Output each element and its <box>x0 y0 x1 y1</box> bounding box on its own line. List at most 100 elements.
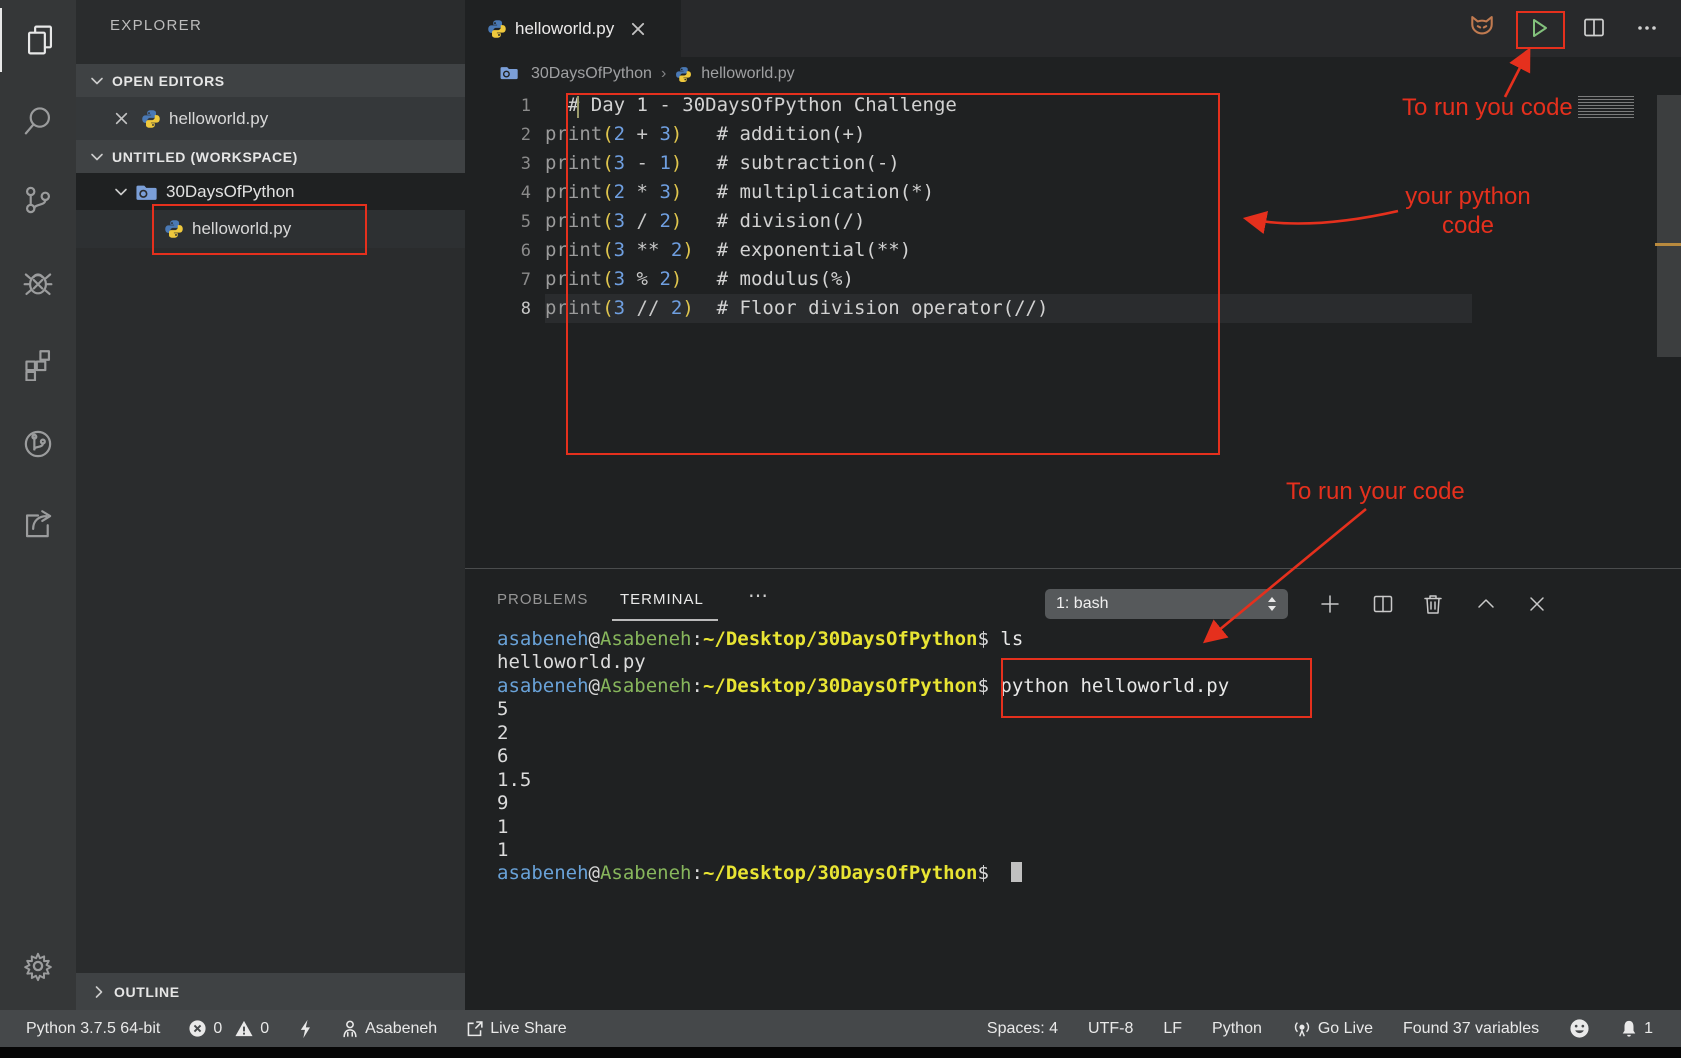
lightning-icon <box>297 1019 313 1039</box>
source-control-icon[interactable] <box>0 168 76 232</box>
variables-status[interactable]: Found 37 variables <box>1403 1020 1539 1038</box>
close-tab-icon[interactable] <box>630 21 646 37</box>
tab-problems[interactable]: PROBLEMS <box>497 591 588 608</box>
workspace-section-header[interactable]: UNTITLED (WORKSPACE) <box>76 140 465 173</box>
settings-gear-icon[interactable] <box>0 934 76 998</box>
language-mode-status[interactable]: Python <box>1212 1020 1262 1038</box>
run-button[interactable] <box>1521 10 1557 46</box>
python-interpreter-status[interactable]: Python 3.7.5 64-bit <box>26 1020 160 1038</box>
code-line[interactable]: 1 # Day 1 - 30DaysOfPython Challenge <box>465 91 1681 120</box>
eol-status[interactable]: LF <box>1163 1020 1182 1038</box>
debug-icon[interactable] <box>0 251 76 315</box>
code-text: print(3 ** 2) # exponential(**) <box>545 236 1472 265</box>
split-editor-icon[interactable] <box>1576 10 1612 46</box>
account-status[interactable]: Asabeneh <box>341 1019 437 1039</box>
chevron-down-icon <box>90 74 104 88</box>
python-file-icon <box>141 109 161 129</box>
code-text: print(2 + 3) # addition(+) <box>545 120 1472 149</box>
indentation-status[interactable]: Spaces: 4 <box>987 1020 1058 1038</box>
open-editor-item[interactable]: helloworld.py <box>76 97 465 140</box>
terminal-line: 2 <box>497 722 1229 745</box>
warning-count: 0 <box>260 1020 269 1038</box>
smiley-icon <box>1569 1018 1590 1039</box>
panel-more-tabs[interactable]: ⋯ <box>748 583 770 608</box>
python-file-icon <box>487 19 507 39</box>
terminal-output[interactable]: asabeneh@Asabeneh:~/Desktop/30DaysOfPyth… <box>497 628 1229 886</box>
new-terminal-icon[interactable] <box>1315 589 1345 619</box>
notifications-bell[interactable]: 1 <box>1620 1019 1653 1039</box>
minimap[interactable] <box>1578 96 1634 119</box>
code-line[interactable]: 5print(3 / 2) # division(/) <box>465 207 1681 236</box>
folder-icon <box>136 182 158 202</box>
scrollbar-marker <box>1655 243 1681 246</box>
terminal-line: 5 <box>497 698 1229 721</box>
cat-icon[interactable] <box>1464 10 1500 46</box>
tab-terminal[interactable]: TERMINAL <box>620 591 704 608</box>
code-line[interactable]: 3print(3 - 1) # subtraction(-) <box>465 149 1681 178</box>
code-line[interactable]: 8print(3 // 2) # Floor division operator… <box>465 294 1681 323</box>
line-number: 7 <box>465 270 545 290</box>
code-line[interactable]: 7print(3 % 2) # modulus(%) <box>465 265 1681 294</box>
kill-terminal-icon[interactable] <box>1418 589 1448 619</box>
tree-item-file[interactable]: helloworld.py <box>76 210 465 248</box>
search-icon[interactable] <box>0 88 76 152</box>
broadcast-icon <box>1292 1019 1312 1039</box>
code-editor[interactable]: 1 # Day 1 - 30DaysOfPython Challenge2pri… <box>465 91 1681 323</box>
bell-icon <box>1620 1019 1638 1039</box>
tab-label: helloworld.py <box>515 19 614 39</box>
code-line[interactable]: 2print(2 + 3) # addition(+) <box>465 120 1681 149</box>
shell-selector[interactable]: 1: bash <box>1045 589 1288 619</box>
explorer-icon[interactable] <box>0 8 78 72</box>
go-live-label: Go Live <box>1318 1020 1373 1038</box>
outline-section-header[interactable]: OUTLINE <box>76 973 465 1010</box>
go-live-status[interactable]: Go Live <box>1292 1019 1373 1039</box>
code-text: print(3 / 2) # division(/) <box>545 207 1472 236</box>
extensions-icon[interactable] <box>0 332 76 396</box>
share-icon[interactable] <box>0 492 76 556</box>
encoding-status[interactable]: UTF-8 <box>1088 1020 1133 1038</box>
maximize-panel-icon[interactable] <box>1471 589 1501 619</box>
file-name-label: helloworld.py <box>192 219 291 239</box>
chevron-right-icon <box>92 985 106 999</box>
lightning-status[interactable] <box>297 1019 313 1039</box>
tree-item-folder[interactable]: 30DaysOfPython <box>76 173 465 210</box>
terminal-line: asabeneh@Asabeneh:~/Desktop/30DaysOfPyth… <box>497 628 1229 651</box>
more-actions-icon[interactable] <box>1629 10 1665 46</box>
error-count: 0 <box>213 1020 222 1038</box>
breadcrumb: 30DaysOfPython › helloworld.py <box>465 57 1681 91</box>
terminal-line: 1 <box>497 839 1229 862</box>
terminal-line: helloworld.py <box>497 651 1229 674</box>
folder-name-label: 30DaysOfPython <box>166 182 295 202</box>
annotation-terminal-label: To run your code <box>1286 478 1486 506</box>
live-share-session-icon[interactable] <box>0 412 76 476</box>
line-number: 6 <box>465 241 545 261</box>
breadcrumb-folder[interactable]: 30DaysOfPython <box>531 65 652 83</box>
live-share-status[interactable]: Live Share <box>465 1019 567 1038</box>
terminal-cursor <box>1011 862 1022 882</box>
open-editor-file-label: helloworld.py <box>169 109 268 129</box>
problems-status[interactable]: 0 0 <box>188 1019 269 1038</box>
live-share-icon <box>465 1019 484 1038</box>
split-terminal-icon[interactable] <box>1368 589 1398 619</box>
tab-helloworld[interactable]: helloworld.py <box>465 0 681 57</box>
line-number: 2 <box>465 125 545 145</box>
terminal-line: asabeneh@Asabeneh:~/Desktop/30DaysOfPyth… <box>497 862 1229 885</box>
code-line[interactable]: 6print(3 ** 2) # exponential(**) <box>465 236 1681 265</box>
select-arrows-icon <box>1265 595 1279 613</box>
editor-scrollbar[interactable] <box>1657 95 1681 357</box>
close-editor-icon[interactable] <box>114 111 129 126</box>
window-bottom-edge <box>0 1047 1681 1058</box>
line-number: 8 <box>465 299 545 319</box>
code-text: print(3 % 2) # modulus(%) <box>545 265 1472 294</box>
bottom-panel: PROBLEMS TERMINAL ⋯ 1: bash asabeneh@Asa… <box>465 568 1681 1010</box>
active-tab-underline <box>612 619 718 621</box>
close-panel-icon[interactable] <box>1522 589 1552 619</box>
chevron-down-icon <box>90 150 104 164</box>
terminal-line: 1.5 <box>497 769 1229 792</box>
live-share-label: Live Share <box>490 1020 567 1038</box>
feedback-smiley[interactable] <box>1569 1018 1590 1039</box>
breadcrumb-file[interactable]: helloworld.py <box>701 65 794 83</box>
open-editors-label: OPEN EDITORS <box>112 73 225 89</box>
open-editors-section-header[interactable]: OPEN EDITORS <box>76 64 465 97</box>
code-line[interactable]: 4print(2 * 3) # multiplication(*) <box>465 178 1681 207</box>
